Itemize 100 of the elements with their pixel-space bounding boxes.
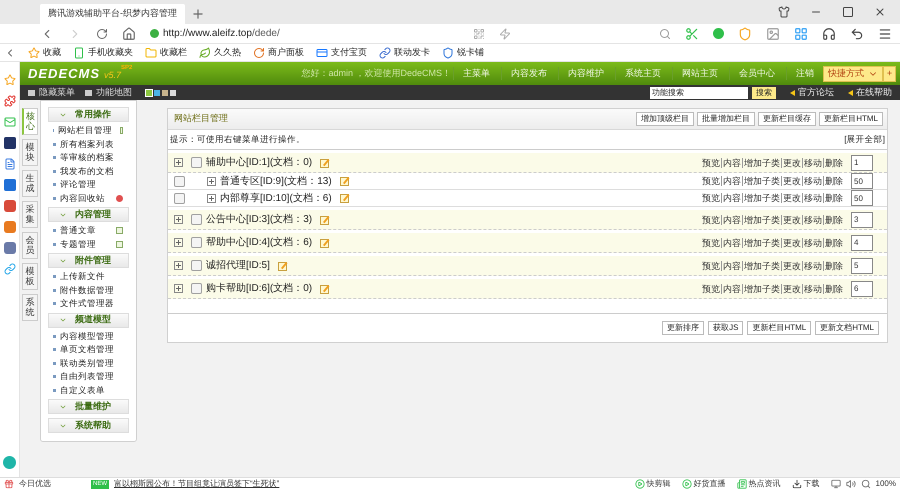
action-link[interactable]: 删除 [823,260,843,270]
help-link[interactable]: 在线帮助 [848,86,892,100]
action-link[interactable]: 移动 [802,158,822,168]
action-link[interactable]: 移动 [802,238,822,248]
action-link[interactable]: 内容 [721,193,741,203]
action-link[interactable]: 删除 [823,158,843,168]
checkbox[interactable] [191,260,202,271]
action-link[interactable]: 更改 [781,260,801,270]
sort-field[interactable]: 5 [851,258,873,274]
menu-item[interactable]: 单页文档管理 [60,343,114,356]
expand-icon[interactable] [207,176,216,186]
action-link[interactable]: 内容 [721,158,741,168]
bookmark[interactable]: 联动发卡 [379,46,430,60]
checkbox[interactable] [174,176,185,186]
action-link[interactable]: 删除 [823,238,843,248]
edit-icon[interactable] [320,214,330,224]
bookmark[interactable]: 收藏栏 [145,46,187,60]
action-link[interactable]: 内容 [721,284,741,294]
action-link[interactable]: 更改 [781,214,801,224]
checkbox[interactable] [191,157,202,168]
sort-field[interactable]: 1 [851,154,873,170]
expand-icon[interactable] [174,215,183,224]
star-icon[interactable] [4,74,16,86]
bookmark[interactable]: 手机收藏夹 [73,46,133,60]
hide-menu-link[interactable]: 隐藏菜单 [39,86,75,100]
menu-group-header[interactable]: 频道模型 [48,312,129,328]
edit-icon[interactable] [320,284,330,294]
menu-item[interactable]: 附件数据管理 [60,284,114,297]
browser-tab[interactable]: 腾讯游戏辅助平台-织梦内容管理 [40,4,185,24]
action-link[interactable]: 内容 [721,238,741,248]
document-icon[interactable] [4,158,16,170]
menu-item[interactable]: 评论管理 [60,178,96,192]
menu-item[interactable]: 自定义表单 [60,384,105,397]
news-link[interactable]: 富以栩斯园公布！节目组竟让演员签下“生死状” [114,478,280,490]
qr-icon[interactable] [473,28,485,40]
action-link[interactable]: 增加子类 [742,176,780,186]
shield-icon[interactable] [738,26,752,40]
bookmark[interactable]: 收藏 [28,46,61,60]
menu-item[interactable]: 上传新文件 [60,270,105,284]
undo-icon[interactable] [850,26,864,40]
bookmark[interactable]: 支付宝页 [316,46,367,60]
action-link[interactable]: 更改 [781,158,801,168]
gift-icon[interactable] [4,479,14,489]
action-link[interactable]: 移动 [802,193,822,203]
bookmark[interactable]: 锐卡铺 [442,46,484,60]
scissors-icon[interactable] [685,26,699,40]
side-tab[interactable]: 生成 [22,170,38,197]
function-map-link[interactable]: 功能地图 [96,86,132,100]
toolbar-button[interactable]: 更新栏目HTML [819,112,883,126]
action-link[interactable]: 移动 [802,284,822,294]
action-link[interactable]: 预览 [702,260,720,270]
action-link[interactable]: 增加子类 [742,260,780,270]
status-item[interactable]: 快剪辑 [634,478,671,490]
action-link[interactable]: 更改 [781,284,801,294]
status-item[interactable]: 下载 [792,478,820,490]
action-link[interactable]: 内容 [721,260,741,270]
maximize-icon[interactable] [842,6,854,18]
sort-field[interactable]: 6 [851,280,873,296]
menu-group-header[interactable]: 内容管理 [48,207,129,222]
grid-icon[interactable] [794,26,808,40]
action-link[interactable]: 移动 [802,260,822,270]
url-field[interactable]: http://www.aleifz.top/dede/ [163,26,280,41]
edit-icon[interactable] [278,260,288,270]
home-icon[interactable] [122,26,136,40]
action-link[interactable]: 预览 [702,238,720,248]
zoom-level[interactable]: 100% [876,478,896,490]
lightning-icon[interactable] [499,28,511,40]
menu-item[interactable]: 普通文章 [60,224,96,238]
side-tab[interactable]: 模块 [22,139,38,166]
sort-field[interactable]: 50 [851,173,873,189]
action-link[interactable]: 更改 [781,176,801,186]
side-tab[interactable]: 采集 [22,201,38,228]
edit-icon[interactable] [320,158,330,168]
sort-field[interactable]: 3 [851,212,873,228]
color-swatch[interactable] [170,90,176,96]
action-link[interactable]: 增加子类 [742,193,780,203]
toolbar-button[interactable]: 增加顶级栏目 [636,112,694,126]
category-name[interactable]: 普通专区[ID:9](文档：13) [220,174,332,188]
shirt-icon[interactable] [778,6,790,18]
expand-icon[interactable] [174,158,183,167]
menu-item[interactable]: 专题管理 [60,238,96,251]
status-item[interactable]: 好货直播 [682,478,726,490]
menu-item[interactable]: 所有档案列表 [60,138,114,151]
action-link[interactable]: 增加子类 [742,214,780,224]
action-link[interactable]: 删除 [823,214,843,224]
menu-group-header[interactable]: 批量维护 [48,399,129,414]
search-field[interactable]: 功能搜索 [650,86,748,98]
menu-item[interactable]: 文件式管理器 [60,297,114,310]
color-swatch[interactable] [154,90,160,96]
menu-group-header[interactable]: 常用操作 [48,107,129,122]
action-link[interactable]: 预览 [702,193,720,203]
screen-icon[interactable] [830,479,841,489]
help-link[interactable]: 官方论坛 [790,86,834,100]
image-icon[interactable] [766,26,780,40]
menu-item[interactable]: 自由列表管理 [60,370,114,384]
action-link[interactable]: 预览 [702,176,720,186]
category-name[interactable]: 帮助中心[ID:4](文档：6) [206,235,312,250]
action-link[interactable]: 增加子类 [742,284,780,294]
side-tab[interactable]: 核心 [22,108,38,135]
menu-icon[interactable] [878,26,892,40]
